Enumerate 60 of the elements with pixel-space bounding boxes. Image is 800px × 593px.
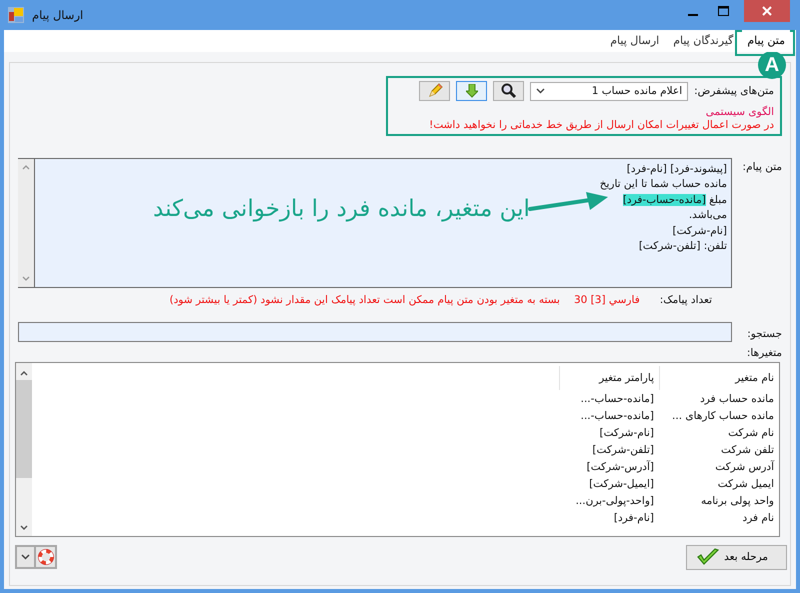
table-cell-text: [نام-فرد]: [612, 511, 655, 526]
app-icon: [8, 7, 24, 23]
search-icon: [500, 83, 518, 99]
message-line: می‌باشد.: [688, 208, 727, 224]
help-button[interactable]: [36, 547, 55, 567]
message-line: تلفن: [تلفن-شرکت]: [638, 239, 727, 254]
table-cell-text: [واحد-پولی-برن...: [574, 494, 655, 509]
message-line: مبلغ [مانده-حساب-فرد]: [622, 192, 727, 208]
next-button[interactable]: مرحله بعد: [686, 544, 787, 570]
caret-icon: [21, 554, 30, 560]
table-cell-text: نام شرکت: [727, 426, 775, 441]
message-line: [نام-شرکت]: [672, 224, 727, 239]
column-header[interactable]: پارامتر متغیر: [559, 366, 659, 390]
warning-text: در صورت اعمال تغییرات امکان ارسال از طریق خط خدماتی را نخواهید داشت!: [428, 119, 774, 131]
table-cell-text: [تلفن-شرکت]: [591, 443, 655, 458]
scroll-down-icon[interactable]: [20, 525, 28, 530]
tab[interactable]: گیرندگان پیام: [668, 30, 738, 52]
message-label: متن پیام:: [742, 160, 782, 175]
table-cell-text: مانده حساب کارهای ...: [671, 409, 775, 424]
callout-text: این متغیر، مانده فرد را بازخوانی می‌کند: [153, 196, 530, 222]
template-dropdown[interactable]: اعلام مانده حساب 1: [530, 82, 688, 100]
table-cell-text: [ایمیل-شرکت]: [588, 477, 655, 492]
table-cell-text: آدرس شرکت: [714, 459, 776, 475]
table-cell-text: تلفن شرکت: [720, 443, 775, 458]
search-field[interactable]: [18, 322, 732, 342]
down-arrow-icon: [466, 84, 478, 98]
sms-count-label: تعداد پیامک:: [660, 294, 712, 306]
table-cell-text: [آدرس-شرکت]: [586, 459, 655, 475]
tab[interactable]: متن پیام: [742, 30, 790, 52]
search-button[interactable]: [493, 81, 524, 101]
caret-icon: [536, 88, 546, 94]
edit-button[interactable]: [419, 81, 450, 101]
templates-label: متن‌های پیشفرض:: [694, 85, 774, 97]
tab[interactable]: ارسال پیام: [605, 30, 664, 52]
search-label: جستجو:: [746, 326, 782, 340]
sms-count-note: بسته به متغیر بودن متن پیام ممکن است تعداد پیامک این مقدار نشود (کمتر یا بیشتر شود): [170, 294, 560, 306]
scroll-up-icon[interactable]: [20, 371, 28, 376]
table-cell-text: [مانده-حساب-...: [580, 409, 655, 424]
column-header[interactable]: نام متغیر: [659, 366, 779, 390]
sms-count-value: فارسي [3] 30: [574, 294, 640, 306]
table-cell-text: نام فرد: [742, 511, 775, 526]
scrollbar[interactable]: [16, 363, 32, 536]
message-line: مانده حساب شما تا این تاریخ: [600, 177, 727, 192]
variables-label: متغیرها:: [746, 347, 782, 359]
lifebuoy-icon: [38, 549, 54, 565]
close-button[interactable]: [744, 0, 790, 22]
table-cell-text: [مانده-حساب-...: [580, 392, 655, 407]
window-title: ارسال پیام: [32, 8, 84, 22]
table-cell-text: [نام-شرکت]: [598, 426, 655, 441]
message-line: [پیشوند-فرد] [نام-فرد]: [626, 162, 727, 177]
pencil-icon: [426, 83, 443, 99]
close-icon: [762, 6, 772, 16]
minimize-icon: [688, 14, 698, 16]
checkmark-icon: [697, 548, 719, 566]
table-cell-text: مانده حساب فرد: [699, 392, 775, 407]
table-cell-text: ایمیل شرکت: [716, 477, 775, 492]
maximize-icon: [718, 6, 728, 16]
download-button[interactable]: [456, 81, 488, 101]
template-type-text: الگوی سیستمی: [704, 106, 774, 118]
table-cell-text: واحد پولی برنامه: [700, 494, 775, 509]
